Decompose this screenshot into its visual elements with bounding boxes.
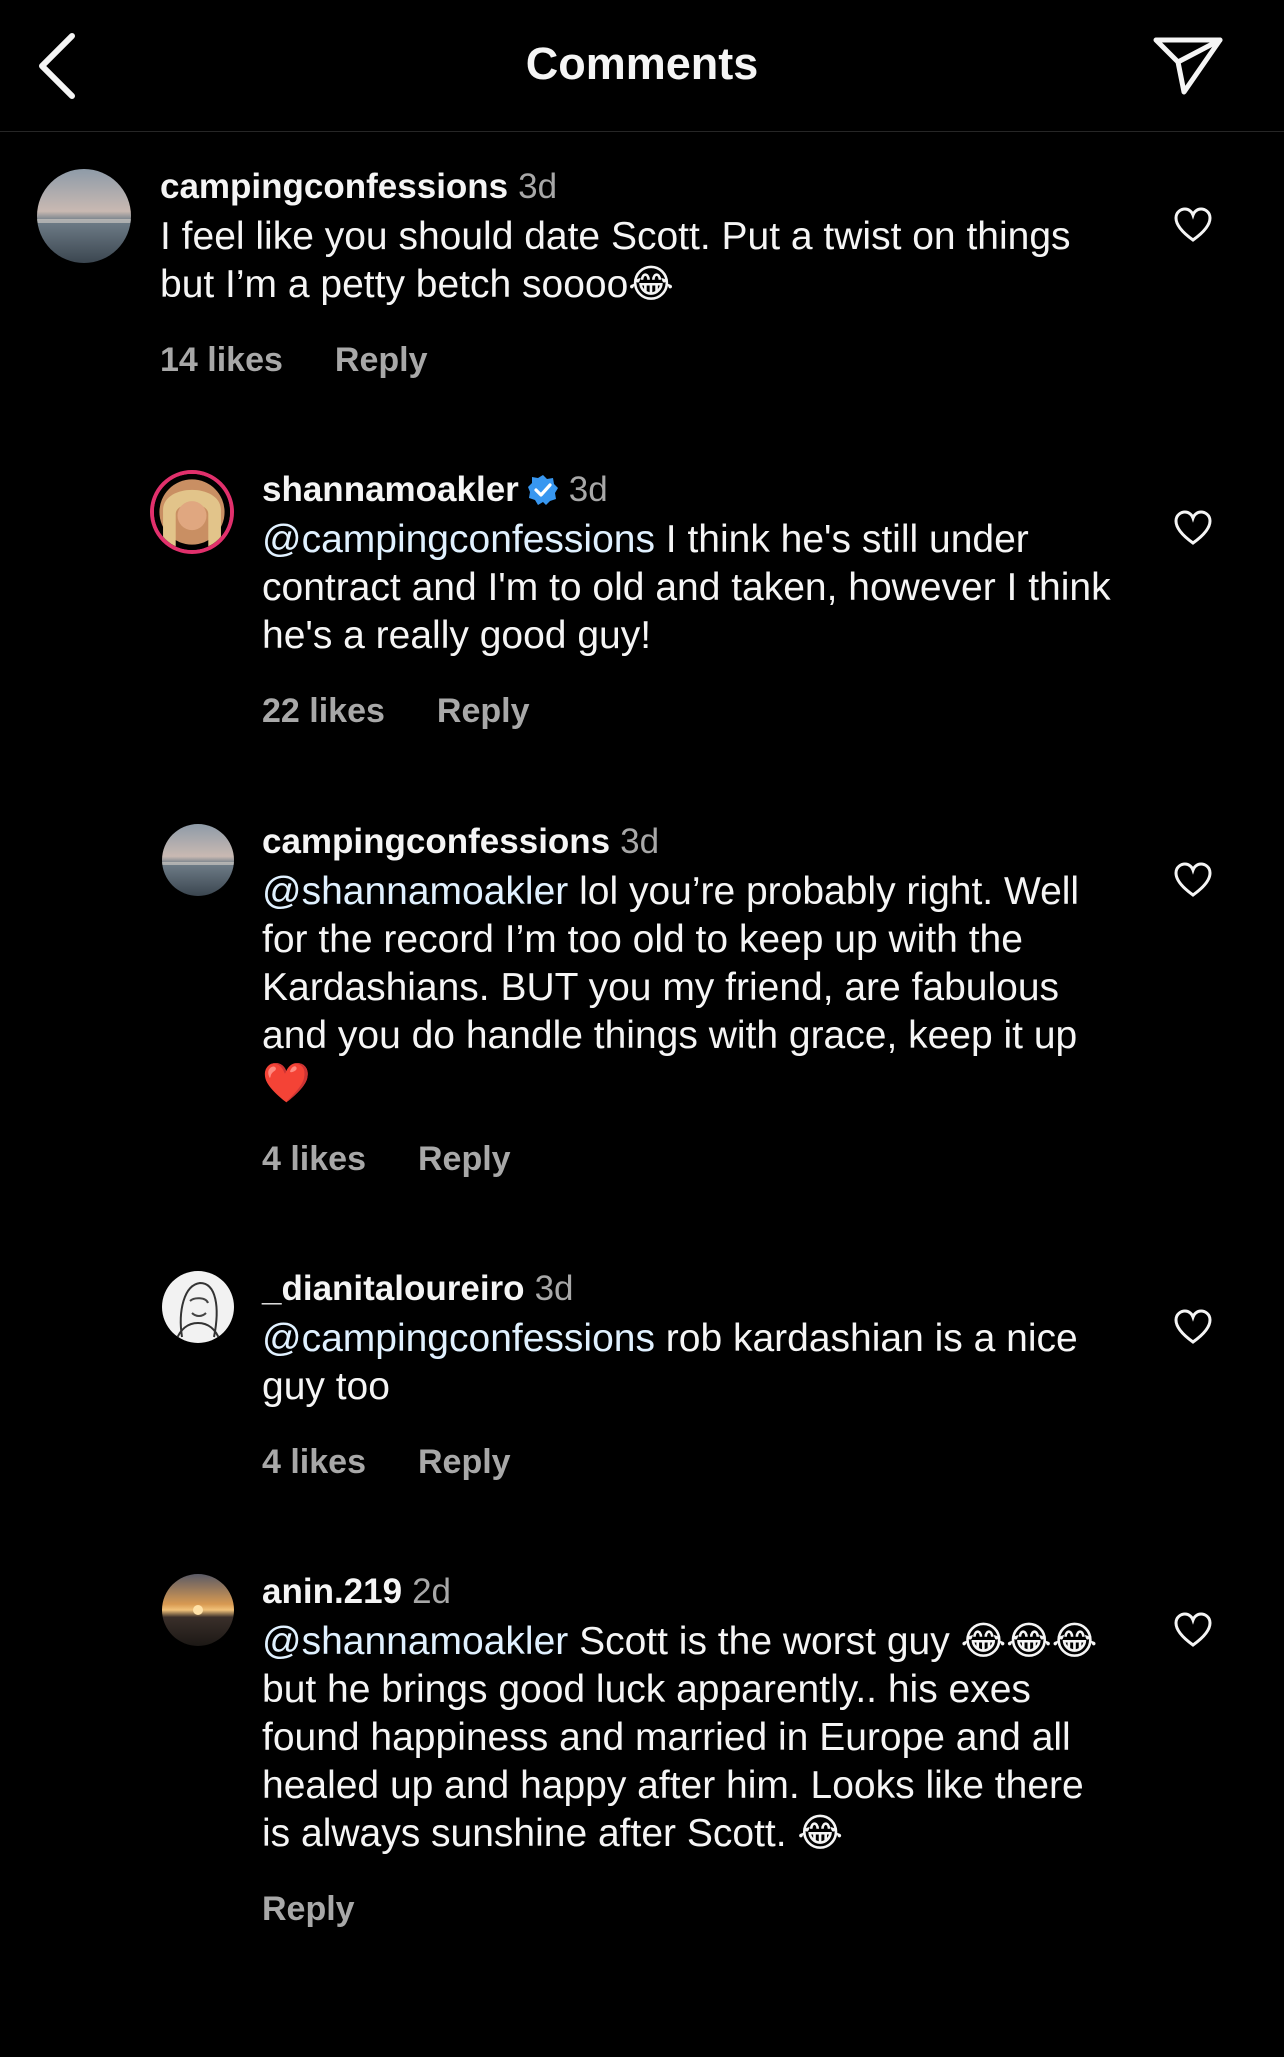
comment-text: @shannamoakler Scott is the worst guy 😂😂… [262,1618,1122,1858]
comment-text: @campingconfessions rob kardashian is a … [262,1315,1122,1411]
mention-link[interactable]: @campingconfessions [262,518,655,561]
mention-link[interactable]: @shannamoakler [262,870,568,913]
comment-actions: 4 likes Reply [262,1140,1122,1179]
emoji: 😂 [628,262,674,307]
likes-count[interactable]: 4 likes [262,1140,366,1178]
reply-button[interactable]: Reply [418,1140,511,1178]
comment-body: I feel like you should date Scott. Put a… [160,215,1071,306]
reply-button[interactable]: Reply [262,1890,355,1928]
emoji: 😂 [797,1811,843,1856]
avatar[interactable] [162,1271,234,1343]
avatar[interactable] [162,1574,234,1646]
comment-actions: 22 likes Reply [262,692,1122,731]
comment-actions: 4 likes Reply [262,1443,1122,1482]
avatar[interactable] [150,470,234,554]
heart-icon[interactable] [1174,510,1212,546]
comment-time: 3d [620,822,660,861]
reply-button[interactable]: Reply [335,341,428,379]
mention-link[interactable]: @campingconfessions [262,1317,655,1360]
avatar[interactable] [37,169,131,263]
emoji: ❤️ [262,1061,311,1106]
comment-time: 3d [534,1269,574,1308]
heart-icon[interactable] [1174,207,1212,243]
comment-actions: Reply [262,1890,1122,1929]
header-bar: Comments [0,0,1284,132]
send-icon[interactable] [1152,34,1224,96]
comment-text: @shannamoakler lol you’re probably right… [262,868,1122,1108]
heart-icon[interactable] [1174,1612,1212,1648]
comment-time: 3d [518,167,558,206]
likes-count[interactable]: 4 likes [262,1443,366,1481]
comment-actions: 14 likes Reply [160,341,1110,380]
heart-icon[interactable] [1174,862,1212,898]
comment-username[interactable]: campingconfessions [262,822,610,861]
likes-count[interactable]: 22 likes [262,692,385,730]
heart-icon[interactable] [1174,1309,1212,1345]
comment-username[interactable]: shannamoakler [262,470,519,509]
reply-button[interactable]: Reply [418,1443,511,1481]
likes-count[interactable]: 14 likes [160,341,283,379]
reply-button[interactable]: Reply [437,692,530,730]
comment-text: @campingconfessions I think he's still u… [262,516,1122,660]
verified-badge-icon [527,475,558,505]
comment-username[interactable]: anin.219 [262,1572,402,1611]
avatar[interactable] [162,824,234,896]
mention-link[interactable]: @shannamoakler [262,1620,568,1663]
comment-username[interactable]: _dianitaloureiro [262,1269,525,1308]
comment-text: I feel like you should date Scott. Put a… [160,213,1110,309]
comment-username[interactable]: campingconfessions [160,167,508,206]
comment-time: 2d [412,1572,452,1611]
comment-time: 3d [568,470,608,509]
page-title: Comments [525,38,759,89]
